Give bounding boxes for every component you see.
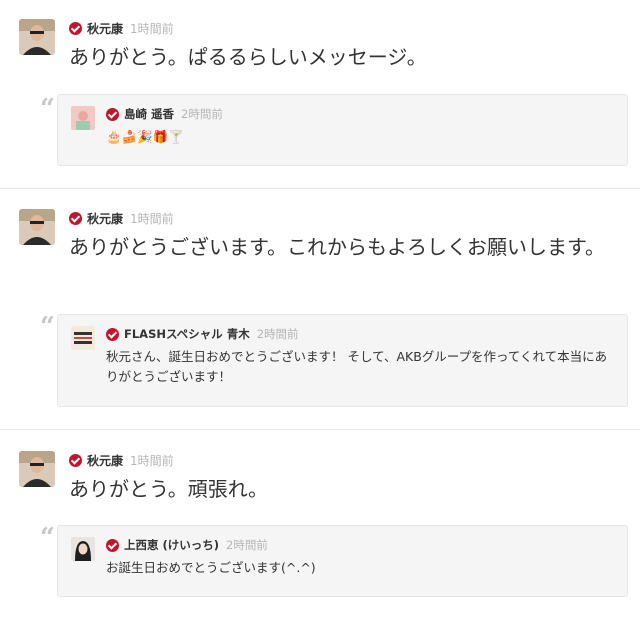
author-name[interactable]: 秋元康 (87, 452, 123, 469)
quote-text: お誕生日おめでとうございます(^.^) (106, 560, 316, 575)
post-time[interactable]: 2時間前 (257, 326, 299, 342)
quoted-post[interactable]: FLASHスペシャル 青木 2時間前 秋元さん、誕生日おめでとうございます！ そ… (57, 314, 628, 407)
author-name[interactable]: FLASHスペシャル 青木 (124, 326, 250, 342)
quoted-post[interactable]: 上西恵 (けいっち) 2時間前 お誕生日おめでとうございます(^.^) (57, 525, 628, 597)
post-time[interactable]: 1時間前 (130, 452, 174, 469)
post-author-line: 秋元康 1時間前 (69, 450, 174, 470)
avatar[interactable] (19, 209, 55, 245)
quote-text: 秋元さん、誕生日おめでとうございます！ そして、AKBグループを作ってくれて本当… (106, 349, 608, 384)
verified-check-icon (69, 21, 82, 35)
quote-text: 🎂🍰🎉🎁🍸 (106, 129, 184, 144)
divider (0, 429, 640, 430)
divider (0, 188, 640, 189)
quote-icon: “ (40, 312, 55, 342)
avatar[interactable] (19, 19, 55, 55)
author-name[interactable]: 秋元康 (87, 210, 123, 227)
avatar[interactable] (71, 537, 95, 561)
post-item: 秋元康 1時間前 ありがとうございます。これからもよろしくお願いします。 “ F… (0, 209, 640, 429)
post-author-line: 秋元康 1時間前 (69, 208, 174, 228)
quote-icon: “ (40, 94, 55, 124)
post-author-line: 秋元康 1時間前 (69, 18, 174, 38)
post-item: 秋元康 1時間前 ありがとう。ぱるるらしいメッセージ。 “ 島崎 遥香 2時間前… (0, 19, 640, 189)
quote-author-line: 島崎 遥香 2時間前 (106, 105, 223, 123)
author-name[interactable]: 秋元康 (87, 20, 123, 37)
post-time[interactable]: 2時間前 (181, 106, 223, 122)
verified-check-icon (69, 453, 82, 467)
author-name[interactable]: 島崎 遥香 (124, 106, 174, 122)
quote-author-line: FLASHスペシャル 青木 2時間前 (106, 325, 299, 343)
post-text: ありがとうございます。これからもよろしくお願いします。 (69, 235, 605, 259)
verified-check-icon (106, 107, 119, 121)
author-name[interactable]: 上西恵 (けいっち) (124, 537, 219, 553)
verified-check-icon (106, 538, 119, 552)
avatar[interactable] (71, 106, 95, 130)
avatar[interactable] (71, 326, 95, 350)
quote-author-line: 上西恵 (けいっち) 2時間前 (106, 536, 268, 554)
post-time[interactable]: 1時間前 (130, 20, 174, 37)
verified-check-icon (106, 327, 119, 341)
post-time[interactable]: 1時間前 (130, 210, 174, 227)
verified-check-icon (69, 211, 82, 225)
post-text: ありがとう。頑張れ。 (69, 477, 268, 501)
quote-icon: “ (40, 523, 55, 553)
post-time[interactable]: 2時間前 (226, 537, 268, 553)
avatar[interactable] (19, 451, 55, 487)
post-item: 秋元康 1時間前 ありがとう。頑張れ。 “ 上西恵 (けいっち) 2時間前 お誕… (0, 451, 640, 621)
post-text: ありがとう。ぱるるらしいメッセージ。 (69, 45, 427, 69)
quoted-post[interactable]: 島崎 遥香 2時間前 🎂🍰🎉🎁🍸 (57, 94, 628, 166)
